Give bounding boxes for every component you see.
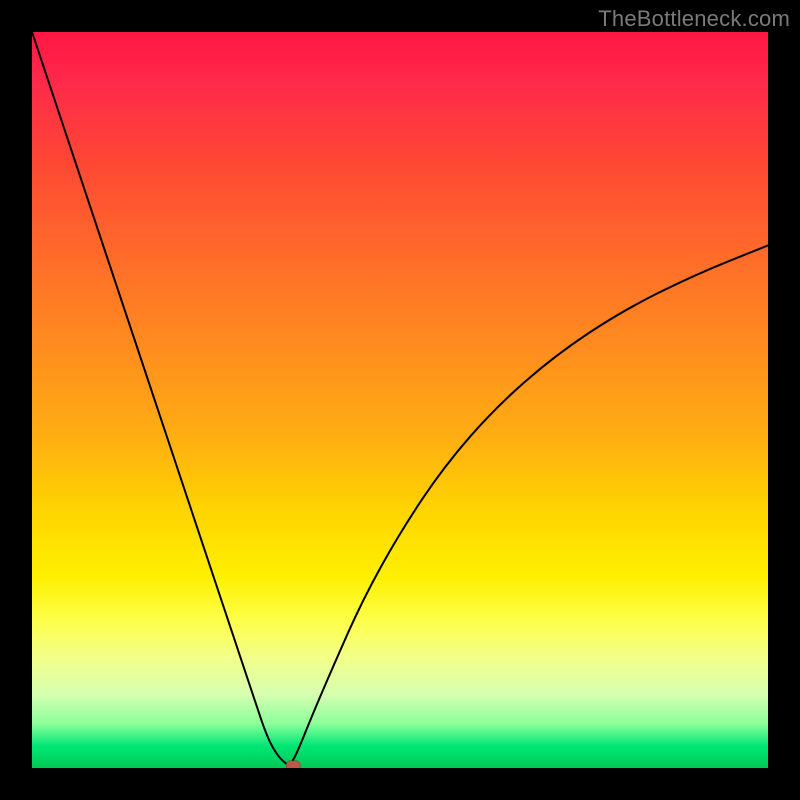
- curve-right-branch: [290, 245, 768, 765]
- chart-frame: TheBottleneck.com: [0, 0, 800, 800]
- min-point-marker: [286, 761, 300, 768]
- chart-plot-area: [32, 32, 768, 768]
- curve-left-branch: [32, 32, 290, 766]
- bottleneck-curve: [32, 32, 768, 768]
- watermark-text: TheBottleneck.com: [598, 6, 790, 32]
